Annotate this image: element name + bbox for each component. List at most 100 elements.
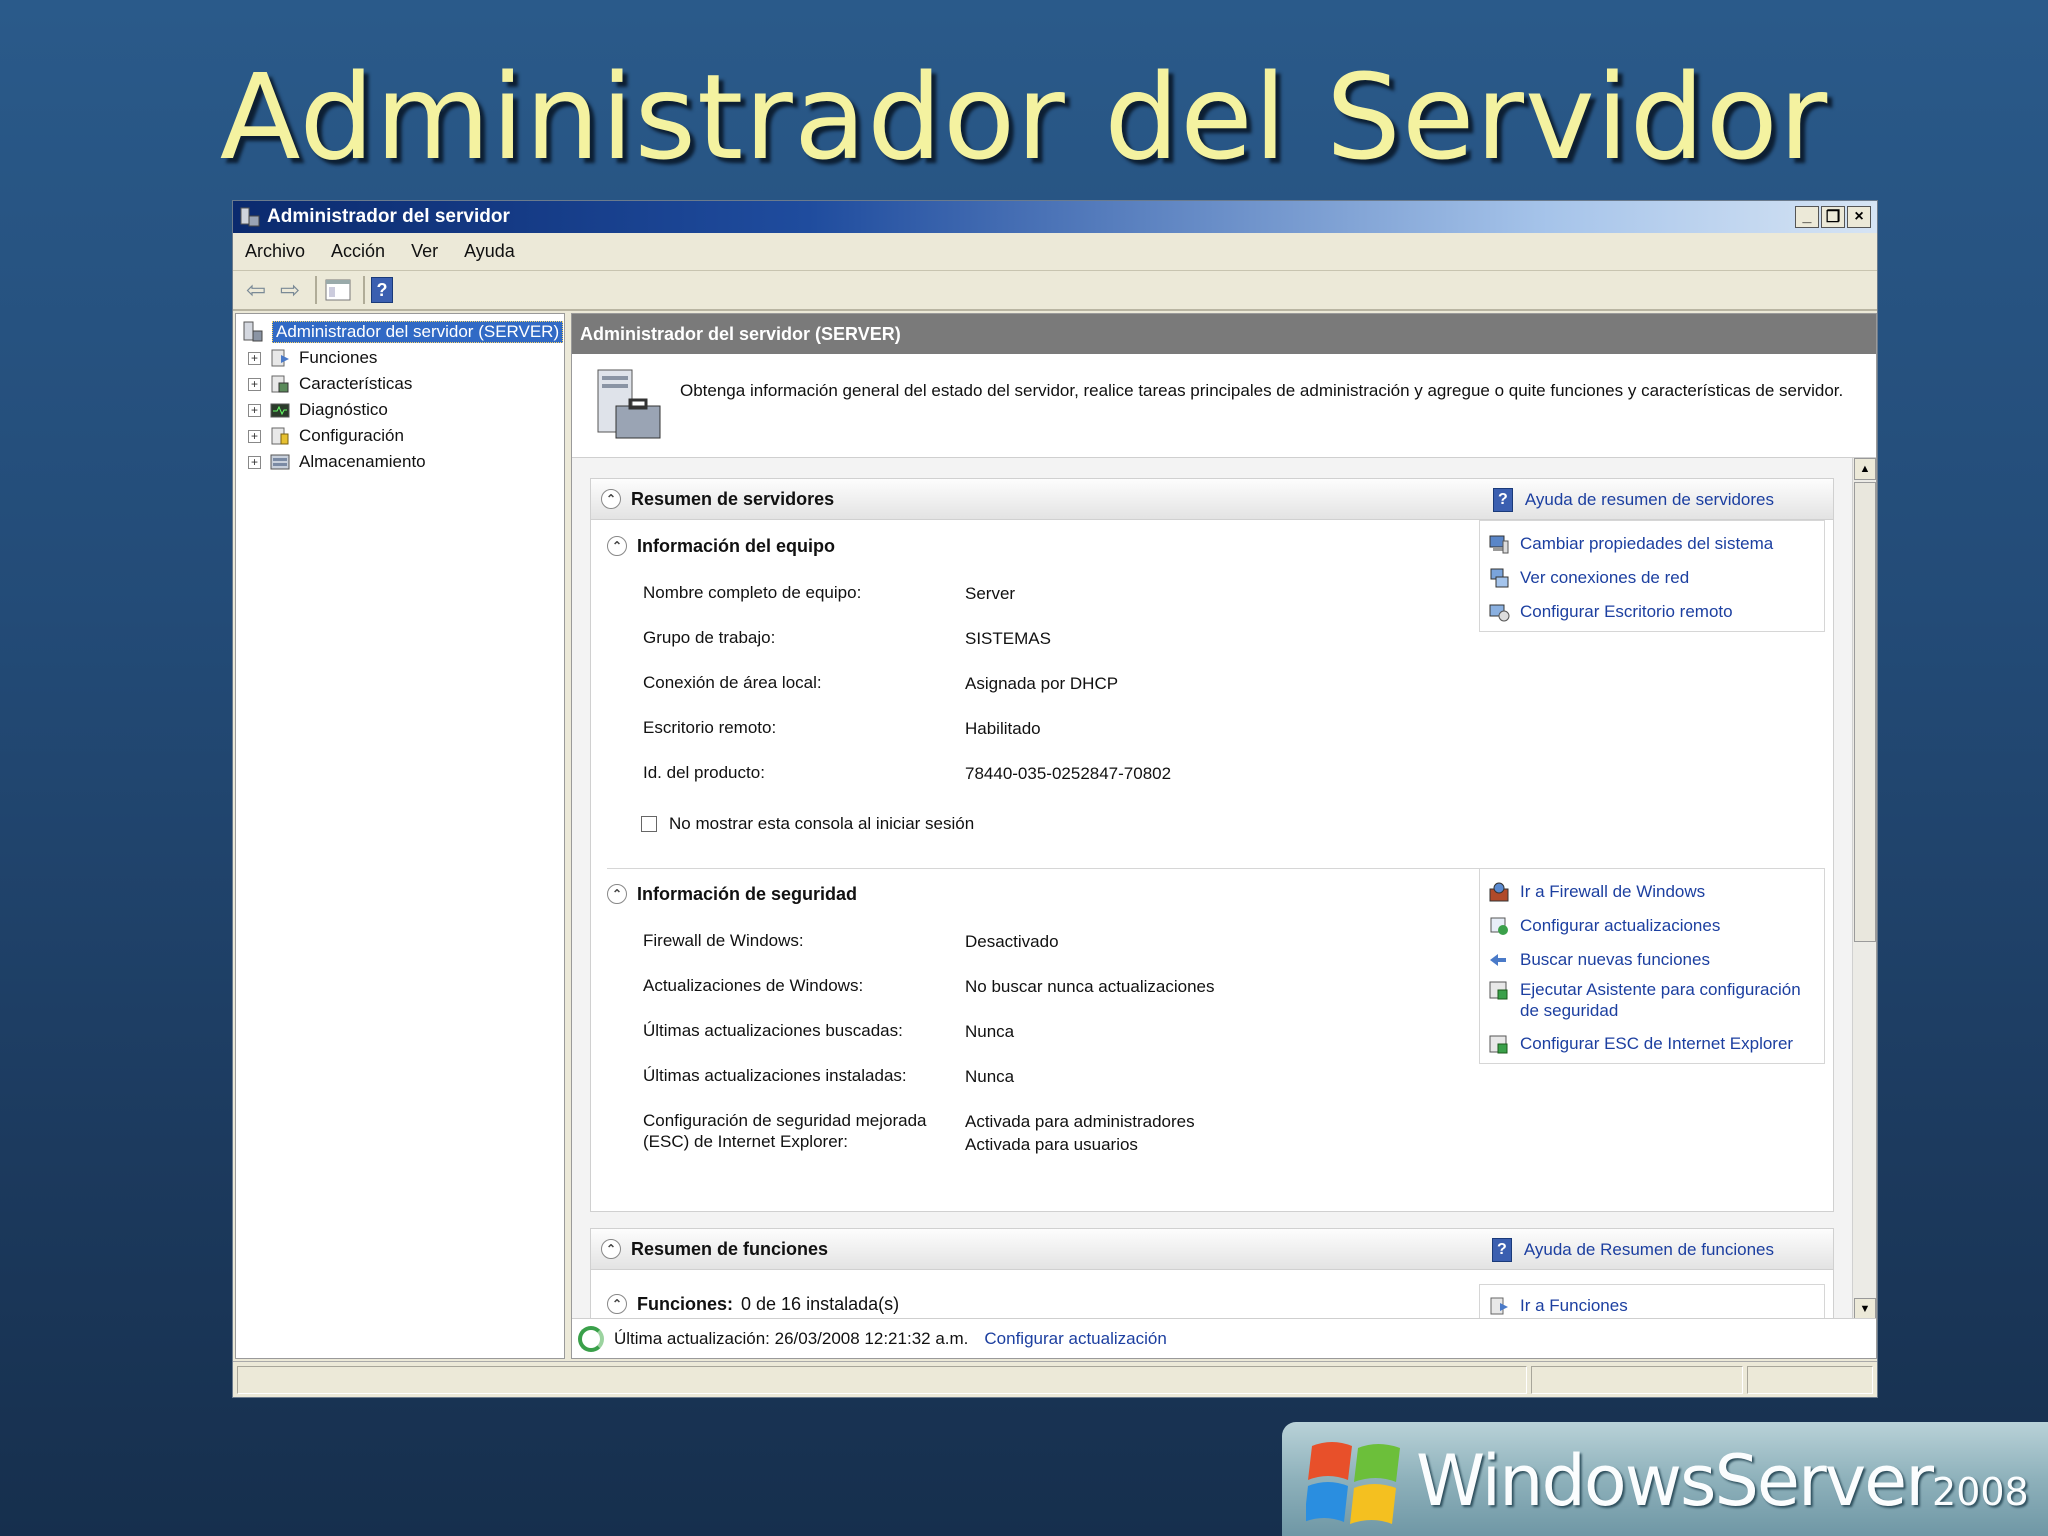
forward-arrow-icon[interactable]: ⇨ bbox=[275, 275, 305, 305]
configure-updates-link[interactable]: Configurar actualizaciones bbox=[1488, 915, 1720, 937]
run-security-wizard-link[interactable]: Ejecutar Asistente para configuración de… bbox=[1488, 979, 1808, 1021]
configure-refresh-link[interactable]: Configurar actualización bbox=[984, 1329, 1166, 1349]
scroll-up-icon[interactable]: ▲ bbox=[1854, 458, 1876, 480]
wizard-icon bbox=[1489, 981, 1508, 1000]
expand-icon[interactable]: + bbox=[248, 403, 261, 417]
hide-console-checkbox-row[interactable]: No mostrar esta consola al iniciar sesió… bbox=[641, 814, 974, 834]
security-value: Activada para administradores bbox=[965, 1112, 1195, 1131]
menu-bar: Archivo Acción Ver Ayuda bbox=[233, 233, 1877, 271]
link-label: Ejecutar Asistente para configuración de… bbox=[1520, 980, 1801, 1020]
security-value: Desactivado bbox=[965, 932, 1059, 951]
info-value: 78440-035-0252847-70802 bbox=[965, 764, 1172, 783]
configuration-icon bbox=[271, 427, 289, 445]
toolbar: ⇦ ⇨ ? bbox=[233, 271, 1877, 311]
tree-item-caracteristicas[interactable]: + Características bbox=[248, 372, 412, 396]
info-row: Nombre completo de equipo: Server bbox=[643, 582, 1015, 605]
help-icon[interactable]: ? bbox=[371, 277, 393, 303]
scroll-area[interactable]: ⌃ Resumen de servidores ? Ayuda de resum… bbox=[572, 458, 1876, 1320]
roles-summary-title: Resumen de funciones bbox=[631, 1238, 829, 1259]
expand-icon[interactable]: + bbox=[248, 429, 261, 443]
help-icon: ? bbox=[1491, 1238, 1512, 1262]
server-summary-body: ⌃ Información del equipo Nombre completo… bbox=[590, 520, 1834, 1212]
details-pane: Administrador del servidor (SERVER) Obte… bbox=[571, 313, 1877, 1359]
roles-arrow-icon bbox=[1490, 954, 1506, 966]
diagnostics-icon bbox=[270, 403, 290, 418]
security-value: No buscar nunca actualizaciones bbox=[965, 977, 1215, 996]
security-label: Actualizaciones de Windows: bbox=[643, 976, 864, 995]
hide-console-checkbox[interactable] bbox=[641, 816, 657, 832]
menu-accion[interactable]: Acción bbox=[331, 241, 385, 262]
security-tasks: Ir a Firewall de Windows Configurar actu… bbox=[1479, 868, 1825, 1064]
logo-wordmark: WindowsServer bbox=[1416, 1440, 1934, 1522]
vertical-scrollbar[interactable]: ▲ ▼ bbox=[1852, 458, 1876, 1320]
tree-root[interactable]: Administrador del servidor (SERVER) bbox=[242, 320, 564, 344]
status-cell bbox=[237, 1366, 1527, 1394]
slide-title: Administrador del Servidor bbox=[219, 48, 1829, 186]
security-values: Activada para administradores Activada p… bbox=[965, 1110, 1195, 1156]
tree-item-label: Configuración bbox=[299, 426, 404, 445]
expand-icon[interactable]: + bbox=[248, 351, 261, 365]
help-link-label: Ayuda de Resumen de funciones bbox=[1523, 1240, 1774, 1259]
refresh-icon[interactable] bbox=[578, 1325, 604, 1352]
menu-ver[interactable]: Ver bbox=[411, 241, 438, 262]
find-new-roles-link[interactable]: Buscar nuevas funciones bbox=[1488, 949, 1710, 971]
roles-value: 0 de 16 instalada(s) bbox=[741, 1293, 900, 1314]
collapse-icon[interactable]: ⌃ bbox=[607, 536, 627, 556]
tree-item-funciones[interactable]: + Funciones bbox=[248, 346, 377, 370]
link-label: Configurar ESC de Internet Explorer bbox=[1520, 1034, 1794, 1053]
menu-archivo[interactable]: Archivo bbox=[245, 241, 305, 262]
collapse-icon[interactable]: ⌃ bbox=[601, 489, 621, 509]
security-row: Configuración de seguridad mejorada (ESC… bbox=[643, 1110, 1195, 1156]
storage-icon bbox=[270, 454, 290, 470]
window-titlebar[interactable]: Administrador del servidor _ ❐ × bbox=[233, 201, 1877, 233]
menu-ayuda[interactable]: Ayuda bbox=[464, 241, 515, 262]
change-system-properties-link[interactable]: Cambiar propiedades del sistema bbox=[1488, 533, 1773, 555]
show-hide-console-tree-icon[interactable] bbox=[323, 275, 353, 305]
info-row: Grupo de trabajo: SISTEMAS bbox=[643, 627, 1051, 650]
collapse-icon[interactable]: ⌃ bbox=[607, 884, 627, 904]
collapse-icon[interactable]: ⌃ bbox=[607, 1294, 627, 1314]
scroll-down-icon[interactable]: ▼ bbox=[1854, 1298, 1876, 1320]
console-tree: Administrador del servidor (SERVER) + Fu… bbox=[235, 313, 565, 1359]
info-label: Conexión de área local: bbox=[643, 673, 822, 692]
tree-item-diagnostico[interactable]: + Diagnóstico bbox=[248, 398, 388, 422]
info-row: Escritorio remoto: Habilitado bbox=[643, 717, 1041, 740]
console-body: Administrador del servidor (SERVER) + Fu… bbox=[233, 313, 1877, 1359]
expand-icon[interactable]: + bbox=[248, 455, 261, 469]
windows-flag-icon bbox=[1306, 1442, 1400, 1524]
remote-desktop-icon bbox=[1489, 604, 1510, 622]
roles-tasks: Ir a Funciones bbox=[1479, 1284, 1825, 1320]
window-title: Administrador del servidor bbox=[267, 206, 510, 227]
close-button[interactable]: × bbox=[1847, 206, 1871, 228]
server-summary-section: ⌃ Resumen de servidores ? Ayuda de resum… bbox=[590, 478, 1834, 1212]
server-summary-header[interactable]: ⌃ Resumen de servidores ? Ayuda de resum… bbox=[590, 478, 1834, 520]
security-value: Nunca bbox=[965, 1022, 1015, 1041]
collapse-icon[interactable]: ⌃ bbox=[601, 1239, 621, 1259]
roles-icon bbox=[1490, 1297, 1508, 1315]
tree-item-configuracion[interactable]: + Configuración bbox=[248, 424, 404, 448]
tree-root-label: Administrador del servidor (SERVER) bbox=[272, 321, 564, 343]
tree-item-almacenamiento[interactable]: + Almacenamiento bbox=[248, 450, 426, 474]
go-to-roles-link[interactable]: Ir a Funciones bbox=[1488, 1295, 1628, 1317]
link-label: Ir a Firewall de Windows bbox=[1520, 882, 1706, 901]
info-value: Asignada por DHCP bbox=[965, 674, 1119, 693]
computer-info-title: Información del equipo bbox=[637, 535, 836, 556]
server-summary-help-link[interactable]: ? Ayuda de resumen de servidores bbox=[1492, 488, 1774, 512]
intro-text: Obtenga información general del estado d… bbox=[680, 381, 1844, 400]
configure-ie-esc-link[interactable]: Configurar ESC de Internet Explorer bbox=[1488, 1033, 1793, 1055]
view-network-connections-link[interactable]: Ver conexiones de red bbox=[1488, 567, 1689, 589]
configure-remote-desktop-link[interactable]: Configurar Escritorio remoto bbox=[1488, 601, 1733, 623]
roles-summary-help-link[interactable]: ? Ayuda de Resumen de funciones bbox=[1491, 1238, 1774, 1262]
back-arrow-icon[interactable]: ⇦ bbox=[241, 275, 271, 305]
logo-year: 2008 bbox=[1932, 1470, 2029, 1514]
security-row: Últimas actualizaciones instaladas: Nunc… bbox=[643, 1065, 1014, 1088]
logo-text: WindowsServer2008 bbox=[1416, 1440, 2029, 1522]
minimize-button[interactable]: _ bbox=[1795, 206, 1819, 228]
expand-icon[interactable]: + bbox=[248, 377, 261, 391]
security-label: Configuración de seguridad mejorada (ESC… bbox=[643, 1111, 927, 1151]
scroll-thumb[interactable] bbox=[1854, 482, 1876, 942]
go-to-firewall-link[interactable]: Ir a Firewall de Windows bbox=[1488, 881, 1705, 903]
restore-button[interactable]: ❐ bbox=[1821, 206, 1845, 228]
roles-summary-header[interactable]: ⌃ Resumen de funciones ? Ayuda de Resume… bbox=[590, 1228, 1834, 1270]
hide-console-label: No mostrar esta consola al iniciar sesió… bbox=[669, 814, 975, 833]
